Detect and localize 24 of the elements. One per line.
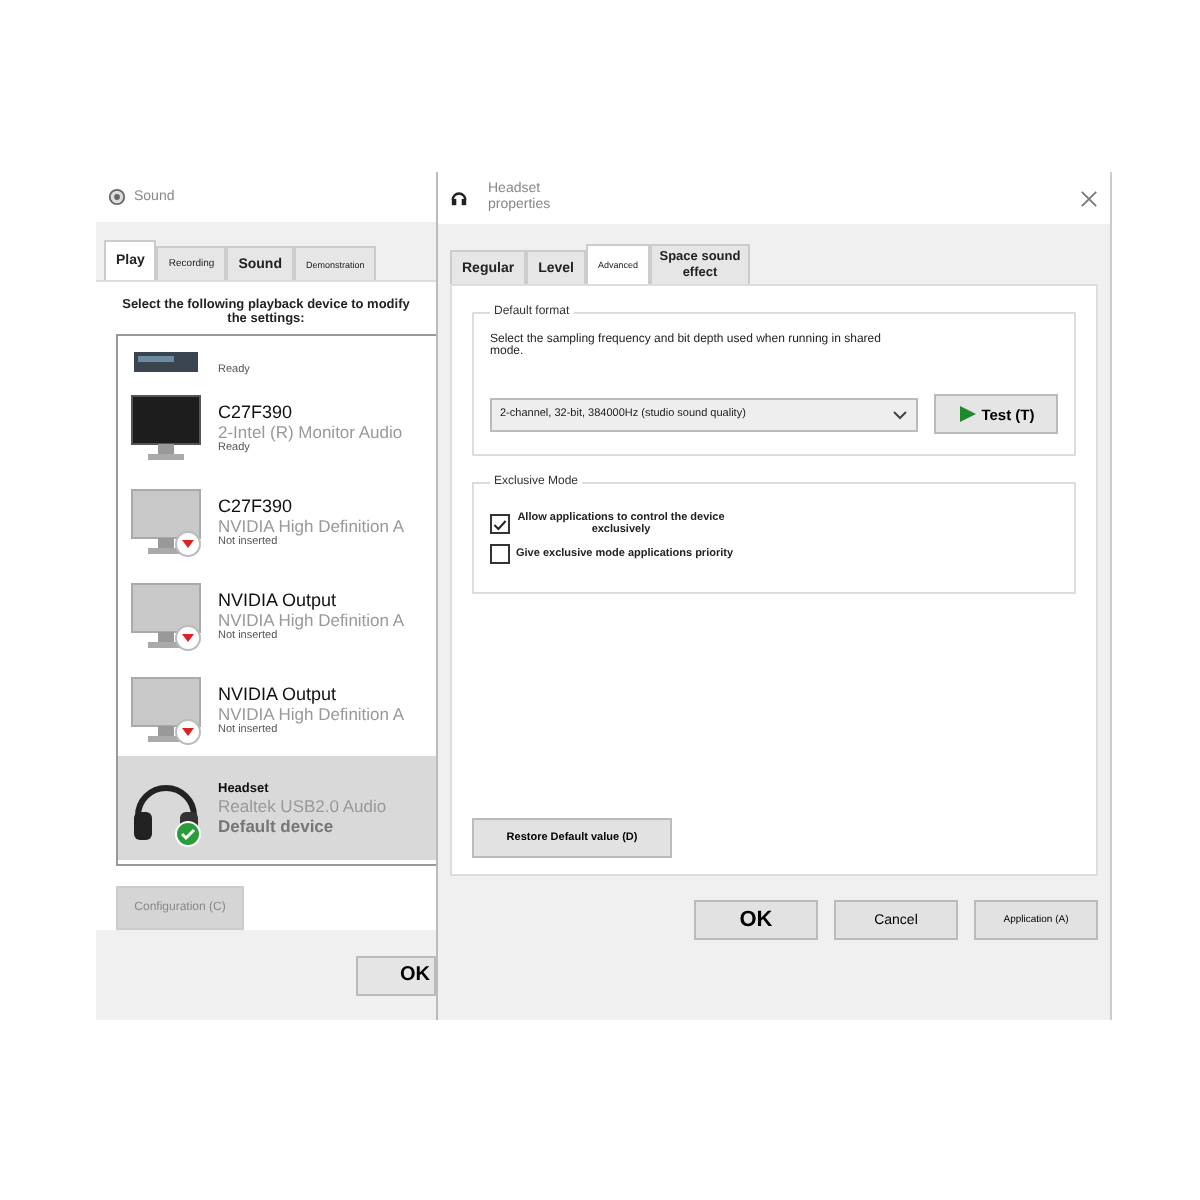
checkbox[interactable]: [490, 514, 510, 534]
device-driver: 2-Intel (R) Monitor Audio: [218, 421, 403, 442]
monitor-icon: [126, 389, 206, 466]
device-driver: NVIDIA High Definition A: [218, 609, 405, 630]
monitor-icon: [126, 671, 206, 748]
device-driver: NVIDIA High Definition A: [218, 703, 405, 724]
device-driver: NVIDIA High Definition A: [218, 515, 405, 536]
device-name: NVIDIA Output: [218, 589, 339, 610]
device-box-icon: [130, 348, 202, 377]
device-status: Default device: [218, 815, 336, 836]
monitor-icon: [126, 483, 206, 560]
checkbox[interactable]: [490, 544, 510, 564]
chevron-icon: [892, 409, 908, 419]
device-name: C27F390: [218, 401, 295, 422]
ok-button[interactable]: OK: [356, 955, 436, 996]
device-name: C27F390: [218, 495, 295, 516]
close-icon[interactable]: [1080, 189, 1098, 207]
speaker-icon: [108, 188, 126, 207]
device-driver: Realtek USB2.0 Audio: [218, 795, 387, 816]
dialog-button[interactable]: OK: [694, 900, 818, 940]
monitor-icon: [126, 577, 206, 654]
play-icon: [957, 404, 978, 424]
device-name: NVIDIA Output: [218, 683, 339, 704]
headset-icon: [450, 188, 468, 208]
